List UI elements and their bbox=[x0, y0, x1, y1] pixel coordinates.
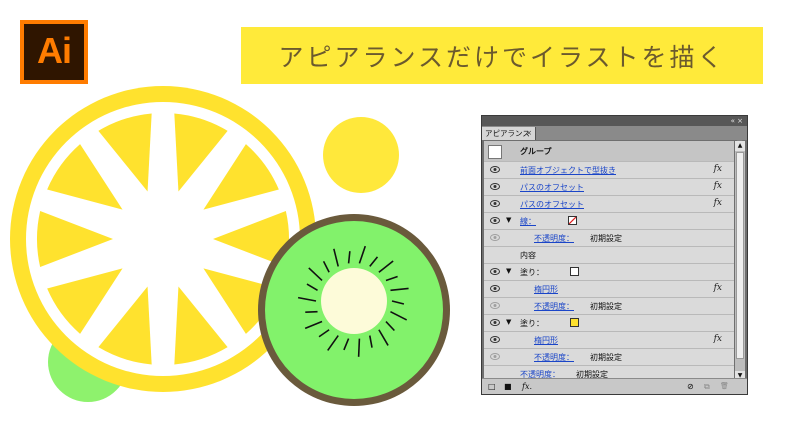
effect-link[interactable]: 前面オブジェクトで型抜き bbox=[520, 165, 616, 176]
stroke-none-swatch[interactable] bbox=[568, 216, 577, 225]
panel-bottom-toolbar: □ ■ fx. ⊘ ⧉ 🗑 bbox=[482, 378, 747, 394]
opacity-link[interactable]: 不透明度： bbox=[534, 233, 574, 244]
appearance-row-fill[interactable]: ▼ 塗り： bbox=[484, 264, 734, 281]
expand-triangle-icon[interactable]: ▼ bbox=[506, 318, 511, 326]
tab-close-icon[interactable]: × bbox=[526, 127, 532, 140]
visibility-eye-icon[interactable] bbox=[490, 302, 500, 309]
add-fill-icon[interactable]: ■ bbox=[504, 381, 512, 392]
appearance-row-opacity[interactable]: 不透明度： 初期設定 bbox=[484, 298, 734, 315]
opacity-value: 初期設定 bbox=[590, 353, 622, 362]
tab-appearance[interactable]: アピアランス × bbox=[482, 127, 536, 140]
shape-effect-link[interactable]: 楕円形 bbox=[534, 335, 558, 346]
shape-effect-link[interactable]: 楕円形 bbox=[534, 284, 558, 295]
panel-collapse-close-controls[interactable]: « × bbox=[731, 116, 743, 126]
appearance-row-stroke[interactable]: ▼ 線： bbox=[484, 213, 734, 230]
visibility-eye-icon[interactable] bbox=[490, 200, 500, 207]
expand-triangle-icon[interactable]: ▼ bbox=[506, 216, 511, 224]
visibility-eye-icon[interactable] bbox=[490, 353, 500, 360]
appearance-row-effect[interactable]: パスのオフセット fx bbox=[484, 196, 734, 213]
opacity-link[interactable]: 不透明度： bbox=[534, 301, 574, 312]
fill-label: 塗り： bbox=[520, 268, 544, 277]
kiwi-seed bbox=[357, 338, 361, 357]
opacity-value: 初期設定 bbox=[590, 302, 622, 311]
clear-appearance-icon[interactable]: ⊘ bbox=[687, 381, 694, 392]
visibility-eye-icon[interactable] bbox=[490, 234, 500, 241]
scroll-up-icon[interactable]: ▲ bbox=[735, 141, 745, 151]
fill-white-swatch[interactable] bbox=[570, 267, 579, 276]
panel-tab-strip: アピアランス × ≡ bbox=[482, 126, 747, 147]
fx-icon: fx bbox=[713, 198, 722, 208]
content-label: 内容 bbox=[520, 251, 536, 260]
appearance-list: グループ 前面オブジェクトで型抜き fx パスのオフセット fx パスのオフセッ… bbox=[484, 141, 734, 381]
fx-icon: fx bbox=[713, 164, 722, 174]
fill-yellow-swatch[interactable] bbox=[570, 318, 579, 327]
add-effect-icon[interactable]: fx. bbox=[522, 381, 532, 392]
delete-item-icon[interactable]: 🗑 bbox=[720, 381, 729, 392]
visibility-eye-icon[interactable] bbox=[490, 268, 500, 275]
fill-label: 塗り： bbox=[520, 319, 544, 328]
yellow-dot bbox=[323, 117, 399, 193]
appearance-row-content[interactable]: 内容 bbox=[484, 247, 734, 264]
add-stroke-icon[interactable]: □ bbox=[488, 381, 496, 392]
visibility-eye-icon[interactable] bbox=[490, 319, 500, 326]
appearance-row-group[interactable]: グループ bbox=[484, 141, 734, 162]
effect-link[interactable]: パスのオフセット bbox=[520, 199, 584, 210]
appearance-row-opacity[interactable]: 不透明度： 初期設定 bbox=[484, 349, 734, 366]
opacity-link[interactable]: 不透明度： bbox=[534, 352, 574, 363]
scroll-thumb[interactable] bbox=[736, 152, 744, 359]
appearance-row-effect[interactable]: パスのオフセット fx bbox=[484, 179, 734, 196]
opacity-value: 初期設定 bbox=[590, 234, 622, 243]
fx-icon: fx bbox=[713, 181, 722, 191]
appearance-panel: « × アピアランス × ≡ グループ 前面オブジェクトで型抜き fx パスのオ… bbox=[481, 115, 748, 395]
panel-title-bar[interactable]: « × bbox=[482, 116, 747, 126]
effect-link[interactable]: パスのオフセット bbox=[520, 182, 584, 193]
kiwi-slice bbox=[258, 214, 450, 406]
visibility-eye-icon[interactable] bbox=[490, 285, 500, 292]
appearance-row-opacity[interactable]: 不透明度： 初期設定 bbox=[484, 230, 734, 247]
visibility-eye-icon[interactable] bbox=[490, 166, 500, 173]
expand-triangle-icon[interactable]: ▼ bbox=[506, 267, 511, 275]
appearance-row-effect[interactable]: 前面オブジェクトで型抜き fx bbox=[484, 162, 734, 179]
appearance-row-shape[interactable]: 楕円形 fx bbox=[484, 281, 734, 298]
visibility-eye-icon[interactable] bbox=[490, 336, 500, 343]
group-thumbnail bbox=[488, 145, 502, 159]
panel-scrollbar[interactable]: ▲ ▼ bbox=[735, 141, 745, 381]
tab-label: アピアランス bbox=[485, 129, 530, 138]
fx-icon: fx bbox=[713, 283, 722, 293]
row-label: グループ bbox=[520, 147, 552, 156]
duplicate-item-icon[interactable]: ⧉ bbox=[704, 381, 710, 392]
visibility-eye-icon[interactable] bbox=[490, 183, 500, 190]
visibility-eye-icon[interactable] bbox=[490, 217, 500, 224]
stroke-label[interactable]: 線： bbox=[520, 216, 536, 227]
appearance-row-shape[interactable]: 楕円形 fx bbox=[484, 332, 734, 349]
fx-icon: fx bbox=[713, 334, 722, 344]
appearance-row-fill[interactable]: ▼ 塗り： bbox=[484, 315, 734, 332]
